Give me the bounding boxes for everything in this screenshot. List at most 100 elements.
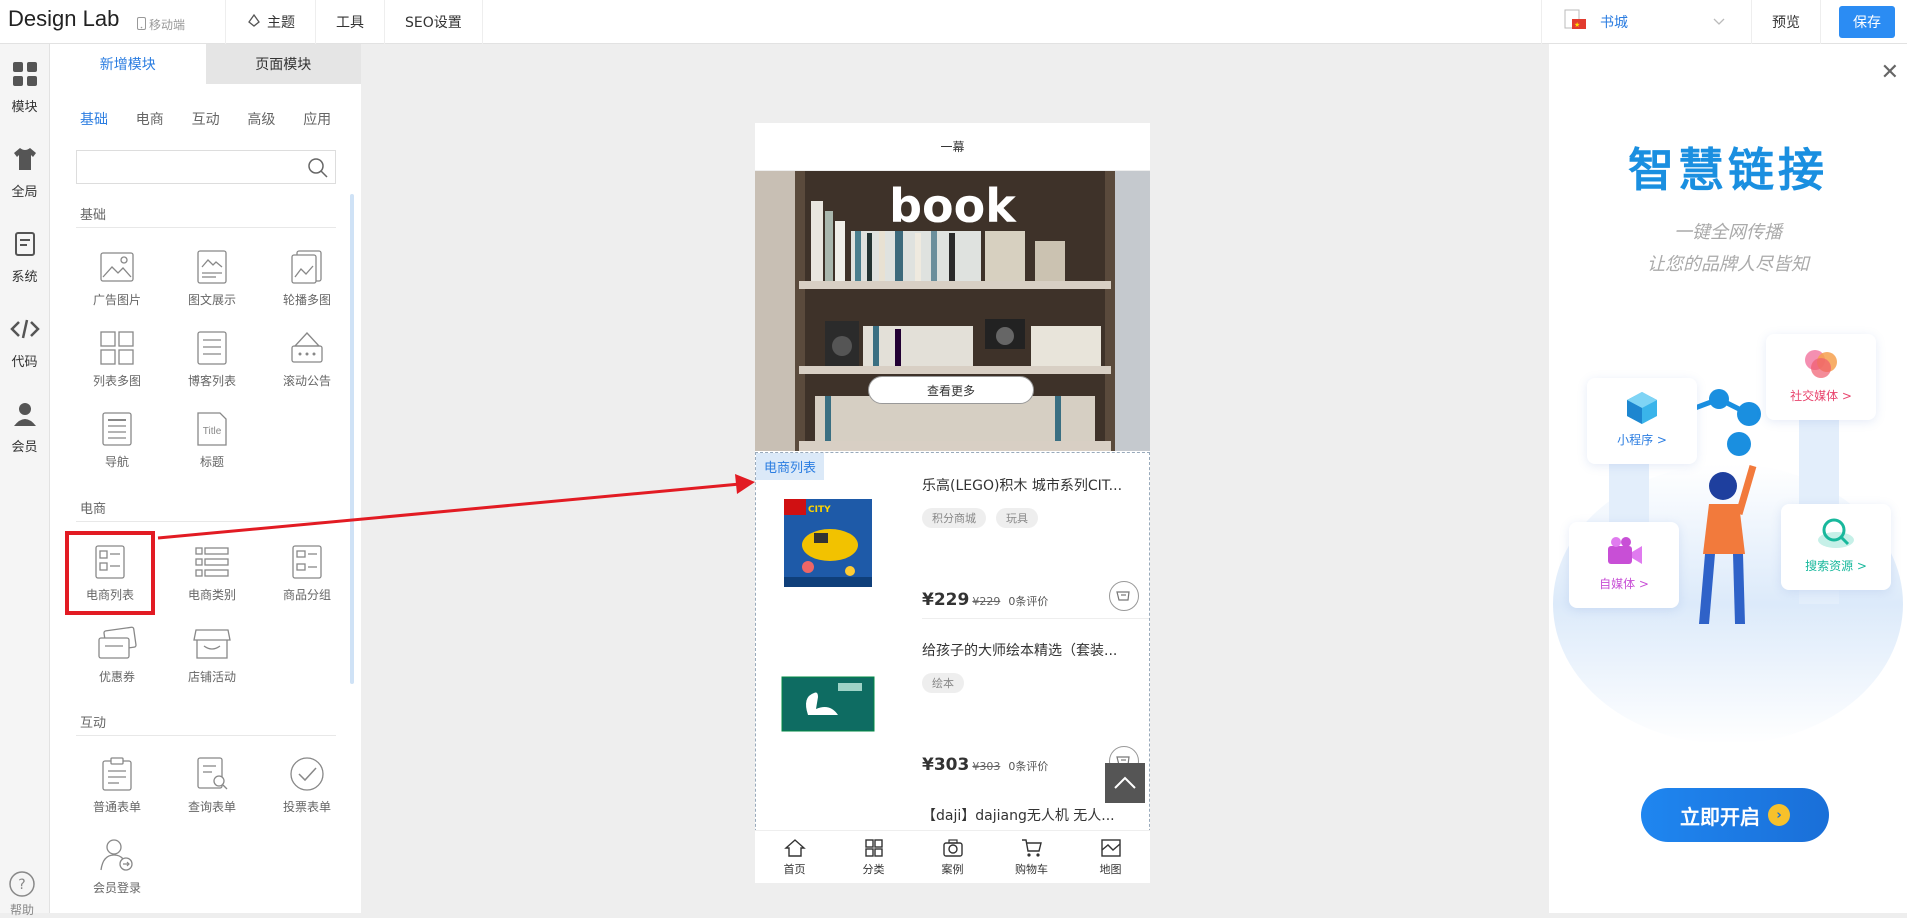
module-label: 博客列表 <box>187 374 236 388</box>
product-tag: 绘本 <box>922 673 964 693</box>
module-query-form[interactable]: 查询表单 <box>167 756 257 815</box>
tab-category[interactable]: 分类 <box>834 831 913 883</box>
card-social[interactable]: 社交媒体 > <box>1766 334 1876 420</box>
module-title[interactable]: Title 标题 <box>167 411 257 470</box>
module-vote-form[interactable]: 投票表单 <box>262 756 352 815</box>
module-label: 投票表单 <box>282 800 331 814</box>
check-circle-icon <box>290 757 324 791</box>
panel-scrollbar[interactable] <box>350 194 354 684</box>
module-ecommerce-list[interactable]: 电商列表 <box>65 531 155 615</box>
nav-tools[interactable]: 工具 <box>315 0 384 44</box>
rail-item-label: 会员 <box>11 440 38 455</box>
list-icon <box>197 331 227 365</box>
module-form[interactable]: 普通表单 <box>72 756 162 815</box>
preview-button[interactable]: 预览 <box>1751 0 1821 44</box>
product-tag: 积分商城 <box>922 508 986 528</box>
product-reviews: 0条评价 <box>1008 760 1049 773</box>
carousel-icon <box>291 250 322 284</box>
tab-add-module[interactable]: 新增模块 <box>50 44 206 84</box>
nav-theme[interactable]: 主题 <box>225 0 315 44</box>
category-interactive[interactable]: 互动 <box>178 109 234 129</box>
top-actions: ★ 书城 预览 保存 <box>1541 0 1907 44</box>
rail-item-label: 代码 <box>11 355 38 370</box>
camera-icon <box>942 838 963 857</box>
rail-item-system[interactable]: 系统 <box>0 214 49 299</box>
module-search-input[interactable] <box>76 150 336 184</box>
category-basic[interactable]: 基础 <box>66 109 122 129</box>
module-label: 查询表单 <box>187 800 236 814</box>
module-list-images[interactable]: 列表多图 <box>72 330 162 389</box>
card-miniprogram[interactable]: 小程序 > <box>1587 378 1697 464</box>
rail-item-modules[interactable]: 模块 <box>0 44 49 129</box>
card-label: 搜索资源 > <box>1805 559 1867 573</box>
product-tags: 积分商城 玩具 <box>922 508 1038 528</box>
module-carousel[interactable]: 轮播多图 <box>262 249 352 308</box>
tab-label: 案例 <box>941 862 964 876</box>
grid-icon <box>11 60 39 92</box>
tab-label: 首页 <box>783 862 806 876</box>
help-button[interactable]: ? 帮助 <box>8 870 36 918</box>
app-logo: Design Lab <box>8 6 120 31</box>
member-login-icon <box>100 839 133 871</box>
rail-item-label: 模块 <box>11 100 38 115</box>
title-icon: Title <box>197 412 227 446</box>
product-card[interactable]: 给孩子的大师绘本精选（套装... 绘本 ¥303 ¥303 0条评价 <box>756 618 1149 783</box>
category-advanced[interactable]: 高级 <box>233 109 289 129</box>
product-image: CITY <box>784 499 872 587</box>
tab-cart[interactable]: 购物车 <box>992 831 1071 883</box>
add-to-cart-button[interactable] <box>1109 581 1139 611</box>
product-reviews: 0条评价 <box>1008 595 1049 608</box>
save-button[interactable]: 保存 <box>1839 6 1895 38</box>
category-ecommerce[interactable]: 电商 <box>122 109 178 129</box>
module-label: 列表多图 <box>92 374 141 388</box>
close-icon[interactable]: ✕ <box>1881 60 1899 85</box>
product-image <box>781 676 875 732</box>
card-self-media[interactable]: 自媒体 > <box>1569 522 1679 608</box>
site-selector[interactable]: ★ 书城 <box>1541 0 1751 44</box>
search-icon <box>1818 518 1854 548</box>
card-search-resource[interactable]: 搜索资源 > <box>1781 504 1891 590</box>
phone-icon <box>137 16 146 33</box>
module-coupon[interactable]: 优惠券 <box>72 626 162 685</box>
start-now-button[interactable]: 立即开启 › <box>1641 788 1829 842</box>
category-list-icon <box>195 547 229 577</box>
module-ecommerce-category[interactable]: 电商类别 <box>167 544 257 603</box>
module-ad-image[interactable]: 广告图片 <box>72 249 162 308</box>
coupon-icon <box>98 626 137 659</box>
ecommerce-list-module[interactable]: 电商列表 CITY 乐高(LEGO)积木 城市系列CIT... 积分商城 玩具 … <box>755 452 1150 852</box>
tab-page-module[interactable]: 页面模块 <box>205 44 361 84</box>
back-to-top-button[interactable] <box>1105 763 1145 803</box>
promo-subtitle: 一键全网传播 <box>1674 222 1782 243</box>
module-notice[interactable]: 滚动公告 <box>262 330 352 389</box>
rail-item-member[interactable]: 会员 <box>0 384 49 469</box>
tab-home[interactable]: 首页 <box>755 831 834 883</box>
rail-item-label: 系统 <box>11 270 38 285</box>
section-divider <box>76 521 336 522</box>
panel-tabs: 新增模块 页面模块 <box>50 44 361 84</box>
category-apps[interactable]: 应用 <box>289 109 345 129</box>
section-title-basic: 基础 <box>80 208 107 223</box>
search-icon[interactable] <box>307 157 329 183</box>
module-label: 滚动公告 <box>282 374 331 388</box>
document-list-icon <box>11 230 39 262</box>
rail-item-global[interactable]: 全局 <box>0 129 49 214</box>
tab-label: 分类 <box>862 862 885 876</box>
module-image-text[interactable]: 图文展示 <box>167 249 257 308</box>
module-label: 标题 <box>199 455 224 469</box>
module-store-event[interactable]: 店铺活动 <box>167 626 257 685</box>
view-more-button[interactable]: 查看更多 <box>868 376 1034 404</box>
module-product-group[interactable]: 商品分组 <box>262 544 352 603</box>
nav-seo[interactable]: SEO设置 <box>384 0 483 44</box>
banner-module[interactable]: book 查看更多 <box>755 171 1150 451</box>
mobile-mode-toggle[interactable]: 移动端 <box>137 16 185 33</box>
top-bar: Design Lab 移动端 主题 工具 SEO设置 ★ 书城 预览 保存 <box>0 0 1907 44</box>
grid-icon <box>864 838 883 857</box>
product-card[interactable]: CITY 乐高(LEGO)积木 城市系列CIT... 积分商城 玩具 ¥229 ¥… <box>756 453 1149 618</box>
rail-item-code[interactable]: 代码 <box>0 299 49 384</box>
module-member-login[interactable]: 会员登录 <box>72 837 162 896</box>
module-blog-list[interactable]: 博客列表 <box>167 330 257 389</box>
module-navigation[interactable]: 导航 <box>72 411 162 470</box>
tab-map[interactable]: 地图 <box>1071 831 1150 883</box>
tab-cases[interactable]: 案例 <box>913 831 992 883</box>
video-camera-icon <box>1608 537 1642 564</box>
